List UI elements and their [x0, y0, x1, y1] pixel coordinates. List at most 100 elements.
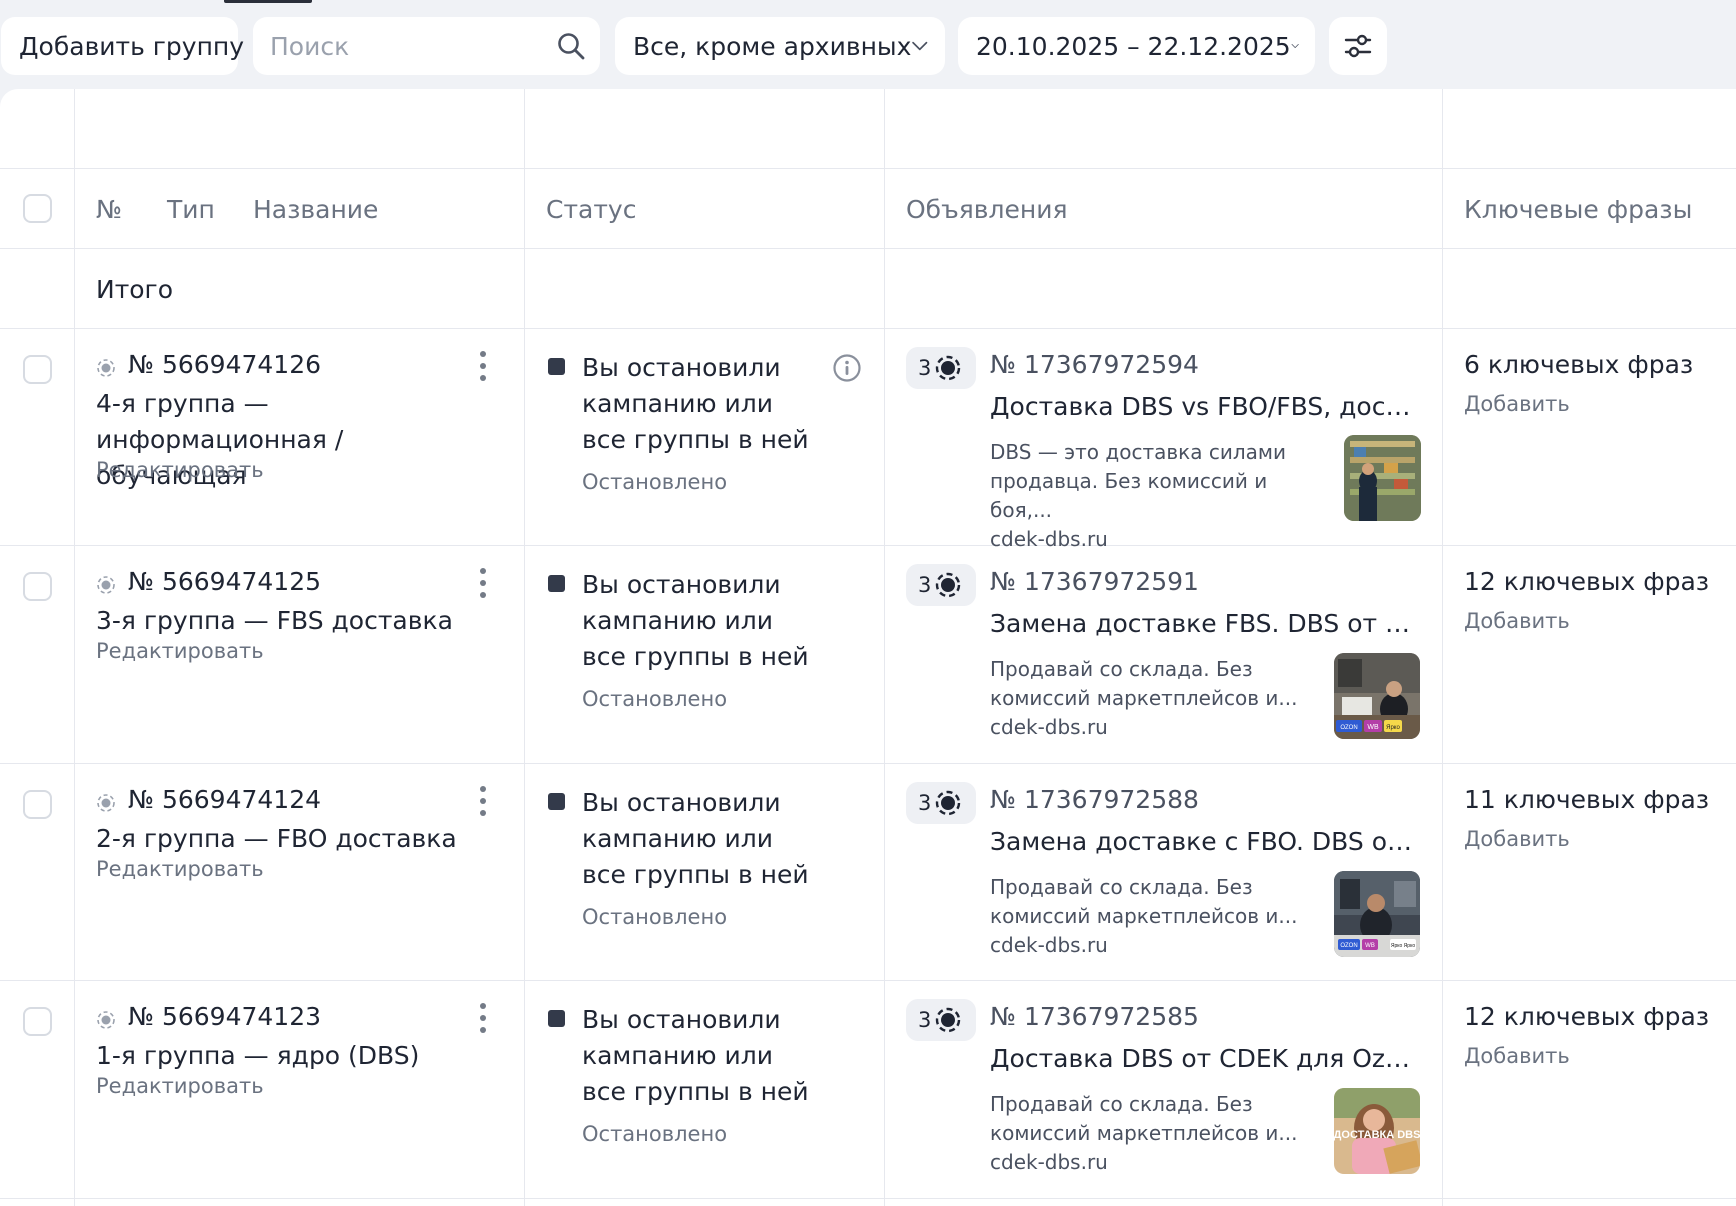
row-menu-button[interactable] [474, 783, 492, 819]
header-number[interactable]: № [96, 195, 122, 224]
group-type-icon [97, 359, 115, 377]
ad-title[interactable]: Доставка DBS от CDEK для Ozon, ... [990, 1044, 1415, 1073]
group-id: № 5669474125 [128, 567, 322, 596]
ads-count-badge[interactable]: 3 [906, 564, 976, 606]
thumb-badge: WB [1367, 724, 1379, 731]
row-checkbox[interactable] [23, 790, 52, 819]
ad-domain: cdek-dbs.ru [990, 715, 1108, 739]
keywords-count[interactable]: 11 ключевых фраз [1464, 785, 1709, 814]
thumb-badge: Ярко [1386, 725, 1400, 731]
ad-thumbnail[interactable]: OZON WB Ярко [1334, 653, 1420, 739]
keywords-count[interactable]: 6 ключевых фраз [1464, 350, 1693, 379]
status-label: Остановлено [582, 470, 728, 494]
edit-link[interactable]: Редактировать [96, 857, 264, 881]
ad-description: DBS — это доставка силами продавца. Без … [990, 438, 1320, 554]
row-menu-button[interactable] [474, 348, 492, 384]
keywords-count[interactable]: 12 ключевых фраз [1464, 1002, 1709, 1031]
edit-link[interactable]: Редактировать [96, 458, 264, 482]
edit-link[interactable]: Редактировать [96, 1074, 264, 1098]
stopped-status-icon [548, 1010, 565, 1027]
group-type-icon [97, 1011, 115, 1029]
ad-description-text: Продавай со склада. Без комиссий маркетп… [990, 1092, 1298, 1145]
row-divider [0, 248, 1736, 249]
select-all-checkbox[interactable] [23, 194, 52, 223]
table-row: № 5669474125 3-я группа — FBS доставка Р… [0, 545, 1736, 763]
group-type-icon [97, 576, 115, 594]
ad-domain: cdek-dbs.ru [990, 933, 1108, 957]
header-name[interactable]: Название [253, 195, 378, 224]
group-name[interactable]: 2-я группа — FBO доставка [96, 821, 496, 857]
ad-type-icon [936, 572, 961, 598]
ads-count-badge[interactable]: 3 [906, 782, 976, 824]
group-id: № 5669474123 [128, 1002, 322, 1031]
add-keywords-link[interactable]: Добавить [1464, 1044, 1570, 1068]
active-tab-indicator [224, 0, 312, 3]
ads-count-badge[interactable]: 3 [906, 347, 976, 389]
status-label: Остановлено [582, 905, 728, 929]
ad-description: Продавай со склада. Без комиссий маркетп… [990, 655, 1320, 742]
status-text: Вы остановили кампанию или все группы в … [582, 570, 809, 671]
add-keywords-link[interactable]: Добавить [1464, 392, 1570, 416]
ad-domain: cdek-dbs.ru [990, 1150, 1108, 1174]
ad-title[interactable]: Доставка DBS vs FBO/FBS, достав... [990, 392, 1415, 421]
groups-table: № Тип Название Статус Объявления Ключевы… [0, 89, 1736, 1206]
table-row: № 5669474126 4-я группа — информационная… [0, 328, 1736, 551]
table-row: № 5669474124 2-я группа — FBO доставка Р… [0, 763, 1736, 981]
stopped-status-icon [548, 575, 565, 592]
archive-filter-select[interactable]: Все, кроме архивных [615, 17, 945, 75]
status-label: Остановлено [582, 687, 728, 711]
ad-thumbnail[interactable]: OZON WB Ярко Ярко [1334, 871, 1420, 957]
ad-id: № 17367972585 [990, 1002, 1199, 1031]
group-name[interactable]: 3-я группа — FBS доставка [96, 603, 496, 639]
thumb-badge: OZON [1340, 943, 1357, 949]
ads-count: 3 [918, 1008, 932, 1032]
add-keywords-link[interactable]: Добавить [1464, 609, 1570, 633]
status-label: Остановлено [582, 1122, 728, 1146]
ad-type-icon [936, 355, 961, 381]
header-type[interactable]: Тип [167, 195, 215, 224]
group-id: № 5669474126 [128, 350, 322, 379]
keywords-count[interactable]: 12 ключевых фраз [1464, 567, 1709, 596]
stopped-status-icon [548, 358, 565, 375]
ad-description: Продавай со склада. Без комиссий маркетп… [990, 1090, 1320, 1177]
thumb-badge: OZON [1340, 725, 1357, 731]
row-divider [0, 168, 1736, 169]
thumb-caption: ДОСТАВКА DBS [1334, 1129, 1420, 1141]
total-row-label: Итого [96, 275, 173, 304]
row-menu-button[interactable] [474, 565, 492, 601]
add-keywords-link[interactable]: Добавить [1464, 827, 1570, 851]
ad-title[interactable]: Замена доставке с FBO. DBS от CD... [990, 827, 1415, 856]
status-text: Вы остановили кампанию или все группы в … [582, 1005, 809, 1106]
header-ads[interactable]: Объявления [906, 195, 1068, 224]
row-checkbox[interactable] [23, 1007, 52, 1036]
ad-description-text: DBS — это доставка силами продавца. Без … [990, 440, 1286, 522]
ad-thumbnail[interactable]: ДОСТАВКА DBS [1334, 1088, 1420, 1174]
toolbar: Добавить группу Поиск Все, кроме архивны… [0, 17, 1736, 75]
add-group-button[interactable]: Добавить группу [1, 17, 244, 75]
group-type-icon [97, 794, 115, 812]
chevron-down-icon [912, 41, 928, 51]
thumb-badge: WB [1365, 943, 1375, 949]
edit-link[interactable]: Редактировать [96, 639, 264, 663]
stopped-status-icon [548, 793, 565, 810]
row-checkbox[interactable] [23, 355, 52, 384]
ads-count-badge[interactable]: 3 [906, 999, 976, 1041]
search-input[interactable]: Поиск [253, 17, 600, 75]
ads-count: 3 [918, 356, 932, 380]
date-range-picker[interactable]: 20.10.2025 – 22.12.2025 [958, 17, 1315, 75]
ad-title[interactable]: Замена доставке FBS. DBS от CDE... [990, 609, 1415, 638]
info-icon[interactable] [832, 353, 862, 383]
ads-count: 3 [918, 791, 932, 815]
ad-id: № 17367972591 [990, 567, 1199, 596]
row-menu-button[interactable] [474, 1000, 492, 1036]
ad-thumbnail[interactable] [1344, 435, 1421, 521]
header-status[interactable]: Статус [546, 195, 636, 224]
header-keywords[interactable]: Ключевые фразы [1464, 195, 1692, 224]
search-icon [558, 33, 585, 60]
group-id: № 5669474124 [128, 785, 322, 814]
row-checkbox[interactable] [23, 572, 52, 601]
search-placeholder: Поиск [270, 31, 350, 61]
table-settings-button[interactable] [1329, 17, 1387, 75]
add-group-label: Добавить группу [19, 31, 245, 61]
group-name[interactable]: 1-я группа — ядро (DBS) [96, 1038, 496, 1074]
